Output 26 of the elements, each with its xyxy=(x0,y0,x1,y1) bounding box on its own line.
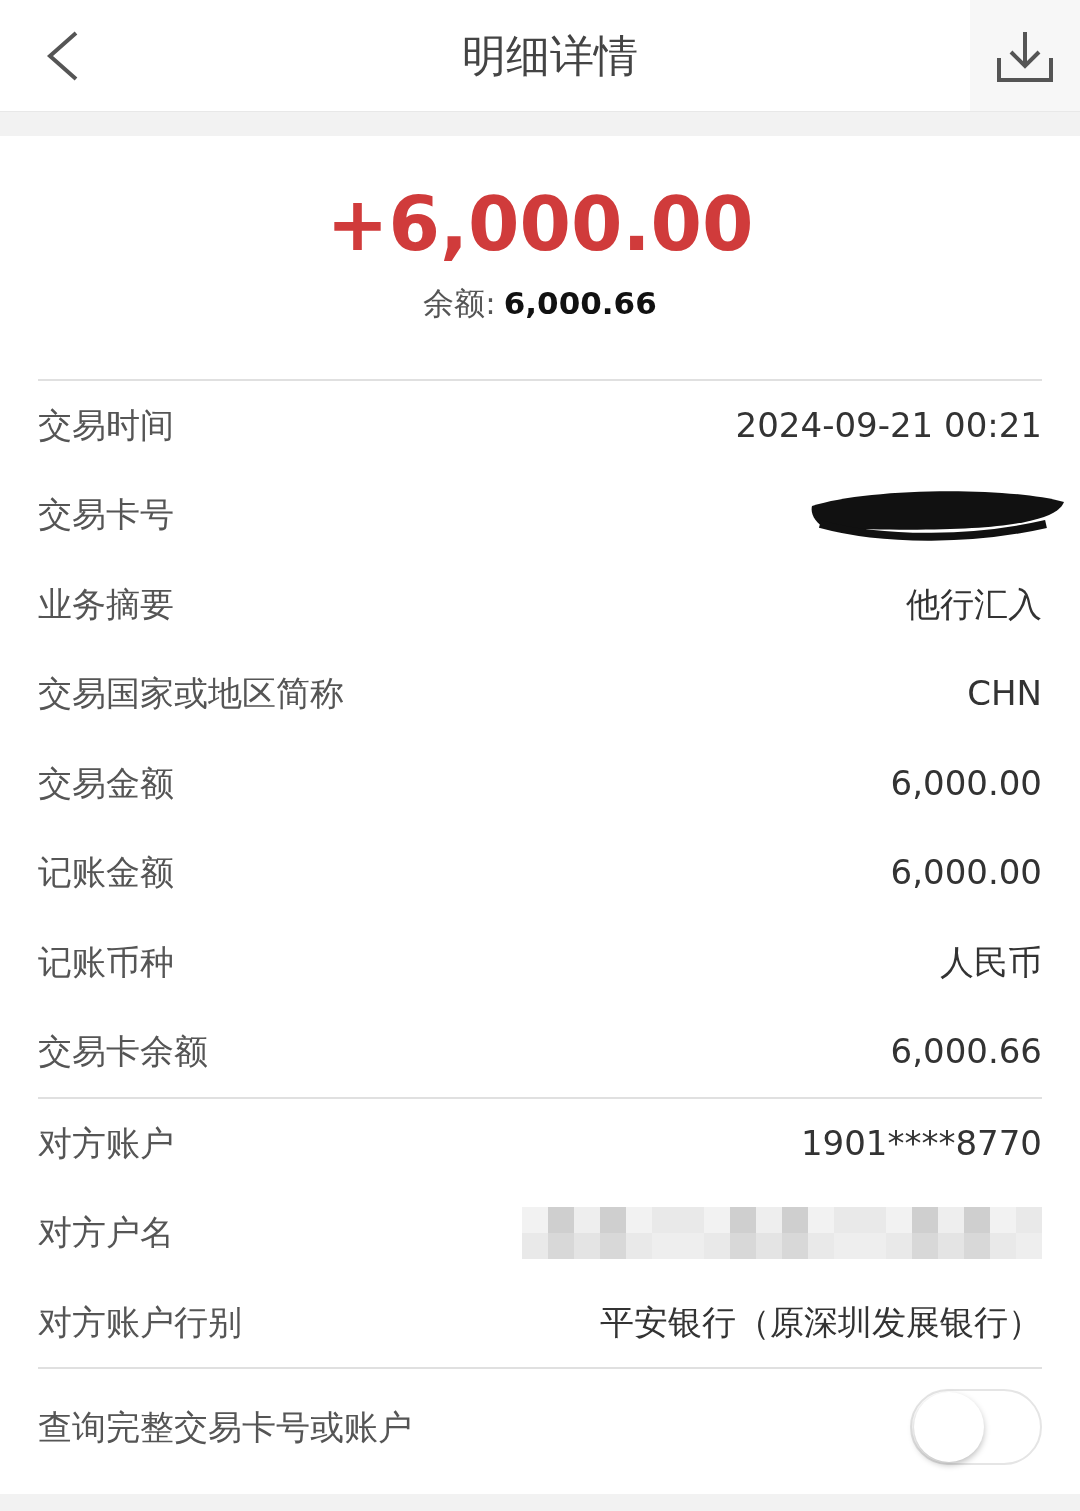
detail-value: 他行汇入 xyxy=(906,582,1042,626)
detail-label: 交易卡号 xyxy=(38,493,174,537)
detail-label: 交易卡余额 xyxy=(38,1030,208,1074)
detail-label: 交易时间 xyxy=(38,403,174,447)
detail-label: 交易金额 xyxy=(38,761,174,805)
detail-label: 对方户名 xyxy=(38,1211,174,1255)
detail-value: 6,000.00 xyxy=(890,851,1042,895)
detail-label: 记账币种 xyxy=(38,940,174,984)
detail-value: CHN xyxy=(967,672,1042,716)
detail-label: 业务摘要 xyxy=(38,582,174,626)
toggle-label: 查询完整交易卡号或账户 xyxy=(38,1405,412,1449)
detail-label: 交易国家或地区简称 xyxy=(38,672,344,716)
detail-value: 1901****8770 xyxy=(800,1121,1042,1165)
detail-value: 人民币 xyxy=(940,940,1042,984)
detail-value: 6,000.66 xyxy=(890,1030,1042,1074)
balance-value: 6,000.66 xyxy=(503,284,657,323)
page-title: 明细详情 xyxy=(462,28,638,83)
detail-value: 6,000.00 xyxy=(890,761,1042,805)
balance-label: 余额: xyxy=(423,284,496,323)
detail-value: 2024-09-21 00:21 xyxy=(735,403,1042,447)
transaction-amount: +6,000.00 xyxy=(326,180,754,269)
download-button[interactable] xyxy=(970,0,1080,111)
detail-value: 平安银行（原深圳发展银行） xyxy=(600,1300,1042,1344)
detail-label: 记账金额 xyxy=(38,851,174,895)
detail-label: 对方账户 xyxy=(38,1121,174,1165)
detail-label: 对方账户行别 xyxy=(38,1300,242,1344)
